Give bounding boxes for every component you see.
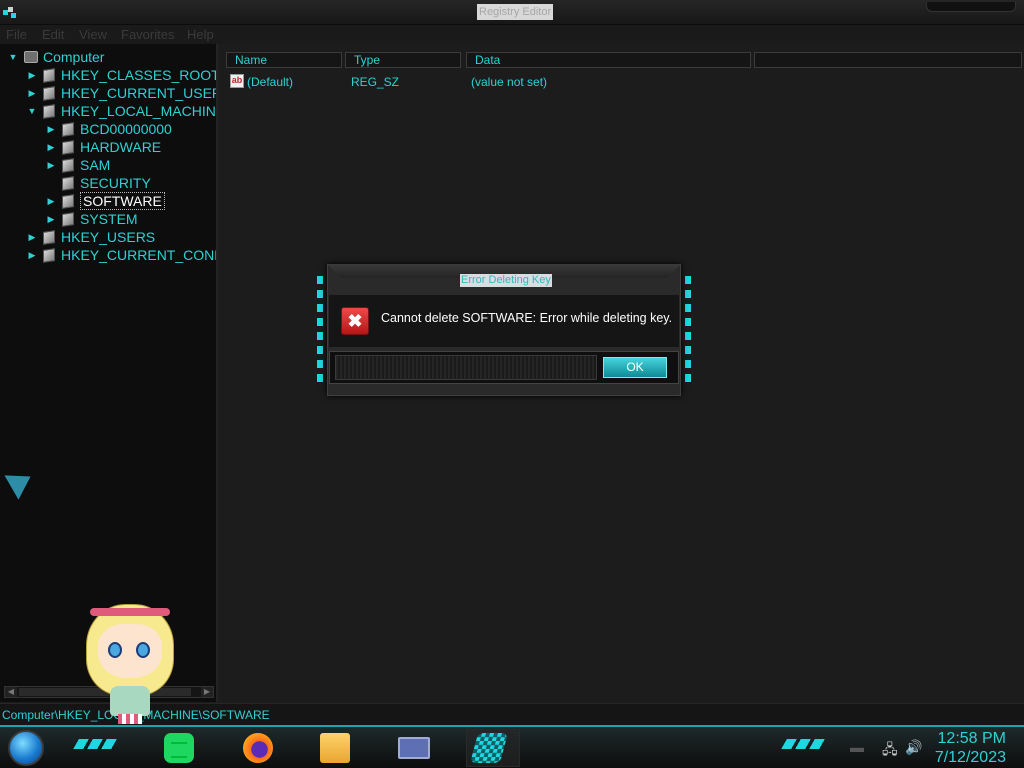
- tree-item-bcd[interactable]: ▶ BCD00000000: [44, 120, 172, 138]
- tree-item-label: HKEY_CLASSES_ROOT: [61, 67, 218, 83]
- tree-item-label: BCD00000000: [80, 121, 172, 137]
- expand-icon[interactable]: ▶: [25, 88, 39, 99]
- taskbar: ▬ 🖧 🔊 12:58 PM 7/12/2023: [0, 725, 1024, 768]
- folder-icon: [62, 121, 74, 137]
- ok-button[interactable]: OK: [603, 357, 667, 378]
- network-icon[interactable]: 🖧: [882, 739, 898, 763]
- folder-icon: [62, 157, 74, 173]
- tree-item-software[interactable]: ▶ SOFTWARE: [44, 192, 165, 210]
- value-data: (value not set): [471, 75, 548, 89]
- start-button[interactable]: [8, 730, 44, 766]
- folder-icon: [62, 175, 74, 191]
- desktop-mascot-image: [80, 598, 180, 726]
- collapse-icon[interactable]: ▼: [25, 106, 39, 116]
- dialog-message: Cannot delete SOFTWARE: Error while dele…: [381, 311, 673, 325]
- taskbar-decoration: [781, 739, 827, 749]
- column-header-name[interactable]: Name: [226, 52, 342, 68]
- error-icon: ✖: [341, 307, 369, 335]
- expand-icon[interactable]: ▶: [44, 196, 58, 207]
- clock-date: 7/12/2023: [934, 749, 1006, 766]
- tree-item-label: SOFTWARE: [80, 192, 165, 210]
- value-type: REG_SZ: [351, 75, 400, 89]
- file-explorer-icon[interactable]: [320, 733, 350, 763]
- tree-item-hku[interactable]: ▶ HKEY_USERS: [25, 228, 156, 246]
- tree-item-sam[interactable]: ▶ SAM: [44, 156, 111, 174]
- expand-icon[interactable]: ▶: [44, 214, 58, 225]
- expand-icon[interactable]: ▶: [25, 250, 39, 261]
- folder-icon: [62, 211, 74, 227]
- menu-edit[interactable]: Edit: [42, 27, 64, 42]
- tree-item-security[interactable]: SECURITY: [44, 174, 151, 192]
- menu-bar: File Edit View Favorites Help: [0, 25, 1024, 44]
- tree-item-label: HKEY_USERS: [61, 229, 156, 245]
- expand-icon[interactable]: ▶: [25, 232, 39, 243]
- volume-icon[interactable]: 🔊: [905, 739, 922, 756]
- error-dialog: Error Deleting Key ✖ Cannot delete SOFTW…: [317, 264, 691, 396]
- dialog-decorative-bar: [335, 355, 597, 380]
- computer-icon: [24, 51, 38, 63]
- expand-icon[interactable]: ▶: [44, 124, 58, 135]
- dialog-button-area: OK: [329, 351, 679, 384]
- string-value-icon: ab: [230, 74, 244, 88]
- value-name[interactable]: (Default): [247, 75, 293, 89]
- expand-icon[interactable]: ▶: [44, 160, 58, 171]
- tree-item-label: SECURITY: [80, 175, 151, 191]
- spotify-icon[interactable]: [164, 733, 194, 763]
- folder-icon: [43, 229, 55, 245]
- folder-icon: [43, 85, 55, 101]
- tree-item-label: SAM: [80, 157, 111, 173]
- column-header-data[interactable]: Data: [466, 52, 751, 68]
- dialog-body: ✖ Cannot delete SOFTWARE: Error while de…: [329, 295, 679, 347]
- tree-item-hkcu[interactable]: ▶ HKEY_CURRENT_USER: [25, 84, 218, 102]
- window-title: Registry Editor: [477, 4, 554, 20]
- menu-view[interactable]: View: [79, 27, 107, 42]
- window-controls[interactable]: [926, 2, 1016, 12]
- taskbar-decoration: [73, 739, 119, 749]
- tree-item-hardware[interactable]: ▶ HARDWARE: [44, 138, 162, 156]
- tree-item-hklm[interactable]: ▼ HKEY_LOCAL_MACHINE: [25, 102, 218, 120]
- folder-icon: [62, 193, 74, 209]
- show-hidden-icons-icon[interactable]: ▬: [850, 739, 864, 755]
- tree-item-label: HKEY_CURRENT_USER: [61, 85, 218, 101]
- collapse-icon[interactable]: ▼: [6, 52, 20, 62]
- tree-item-label: HKEY_LOCAL_MACHINE: [61, 103, 218, 119]
- expand-icon[interactable]: ▶: [44, 142, 58, 153]
- clock-time: 12:58 PM: [937, 730, 1006, 747]
- tree-item-label: Computer: [43, 49, 105, 65]
- menu-file[interactable]: File: [6, 27, 27, 42]
- tree-item-label: HKEY_CURRENT_CONFI: [61, 247, 218, 263]
- folder-icon: [43, 247, 55, 263]
- folder-icon: [43, 67, 55, 83]
- tree-item-hkcc[interactable]: ▶ HKEY_CURRENT_CONFI: [25, 246, 218, 264]
- registry-editor-window: Registry Editor File Edit View Favorites…: [0, 0, 1024, 768]
- column-header-empty: [754, 52, 1022, 68]
- dialog-right-decoration: [685, 276, 691, 384]
- menu-help[interactable]: Help: [187, 27, 214, 42]
- title-bar[interactable]: Registry Editor: [0, 0, 1024, 25]
- clock[interactable]: 12:58 PM 7/12/2023: [935, 729, 1006, 767]
- tree-item-label: SYSTEM: [80, 211, 138, 227]
- tree-item-computer[interactable]: ▼ Computer: [6, 48, 105, 66]
- folder-icon: [43, 103, 55, 119]
- firefox-icon[interactable]: [243, 733, 273, 763]
- expand-icon[interactable]: ▶: [25, 70, 39, 81]
- folder-icon: [62, 139, 74, 155]
- dialog-left-decoration: [317, 276, 323, 384]
- scroll-left-icon[interactable]: ◀: [5, 687, 17, 697]
- tree-item-hkcr[interactable]: ▶ HKEY_CLASSES_ROOT: [25, 66, 218, 84]
- column-header-type[interactable]: Type: [345, 52, 461, 68]
- scroll-right-icon[interactable]: ▶: [201, 687, 213, 697]
- menu-favorites[interactable]: Favorites: [121, 27, 174, 42]
- tree-item-system[interactable]: ▶ SYSTEM: [44, 210, 138, 228]
- dialog-title: Error Deleting Key: [460, 274, 552, 287]
- regedit-app-icon: [3, 7, 16, 18]
- window-icon[interactable]: [398, 737, 430, 759]
- tree-item-label: HARDWARE: [80, 139, 162, 155]
